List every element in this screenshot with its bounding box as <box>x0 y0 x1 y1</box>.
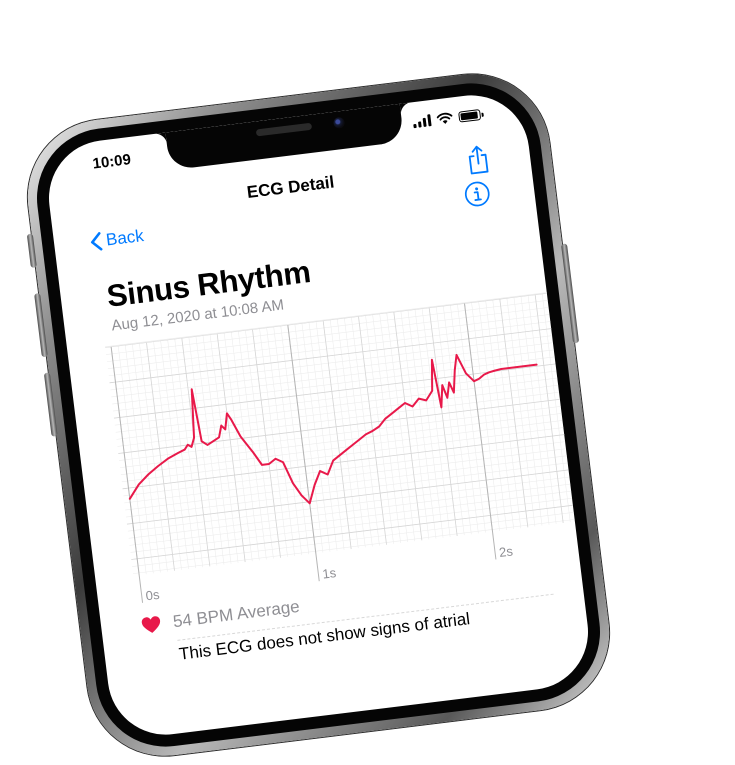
x-tick-label: 2s <box>498 543 514 560</box>
cellular-signal-icon <box>412 114 432 129</box>
second-marker <box>463 303 497 560</box>
status-time: 10:09 <box>91 151 132 173</box>
ecg-chart-svg: 0s 1s 2s <box>105 290 595 604</box>
front-camera <box>332 116 345 130</box>
wifi-icon <box>436 112 453 124</box>
x-tick-label: 1s <box>322 565 338 582</box>
info-icon <box>464 181 490 207</box>
heart-icon <box>141 616 161 633</box>
phone-device: 10:09 ECG Detail Back Sinus Rhythm Aug 1… <box>18 65 619 765</box>
ecg-chart: 0s 1s 2s <box>105 289 595 608</box>
chevron-left-icon <box>90 232 103 251</box>
status-icons <box>412 108 482 129</box>
second-marker <box>110 346 144 603</box>
phone-screen: 10:09 ECG Detail Back Sinus Rhythm Aug 1… <box>42 88 595 742</box>
battery-icon <box>458 108 482 123</box>
info-button[interactable] <box>463 180 492 209</box>
back-button[interactable]: Back <box>89 226 145 252</box>
speaker-grille <box>255 122 312 137</box>
x-tick-label: 0s <box>145 587 161 604</box>
back-label: Back <box>104 226 145 250</box>
second-marker <box>287 325 320 582</box>
